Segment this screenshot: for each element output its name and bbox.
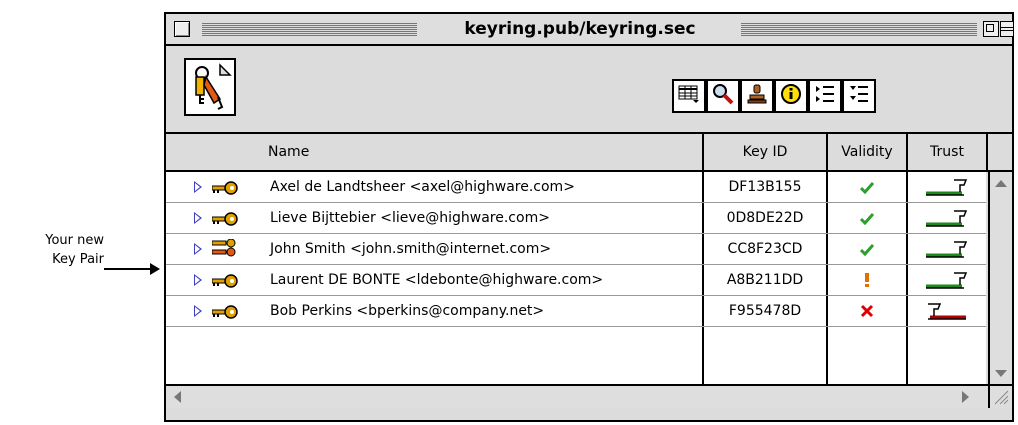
collapse-list-button[interactable]	[808, 79, 842, 113]
trust-full-icon	[908, 203, 986, 234]
key-name: John Smith <john.smith@internet.com>	[270, 241, 552, 257]
table-row[interactable]: Lieve Bijttebier <lieve@highware.com> 0D…	[166, 203, 986, 234]
keyring-window: keyring.pub/keyring.sec Name Key ID Vali…	[164, 12, 1014, 422]
key-id: CC8F23CD	[727, 241, 803, 257]
expand-list-button[interactable]	[842, 79, 876, 113]
annotation-line-1: Your new	[45, 233, 104, 248]
valid-checkmark-icon	[828, 234, 906, 265]
expand-triangle-icon[interactable]	[194, 181, 202, 193]
key-icon	[211, 180, 238, 199]
resize-grow-box[interactable]	[988, 384, 1012, 408]
toolbar	[166, 46, 1012, 134]
title-bar[interactable]: keyring.pub/keyring.sec	[166, 14, 1014, 46]
info-icon	[780, 83, 802, 109]
key-list: Axel de Landtsheer <axel@highware.com> D…	[166, 172, 986, 384]
window-title: keyring.pub/keyring.sec	[421, 19, 739, 39]
trust-none-icon	[908, 296, 986, 327]
table-row[interactable]: Laurent DE BONTE <ldebonte@highware.com>…	[166, 265, 986, 296]
key-name: Axel de Landtsheer <axel@highware.com>	[270, 179, 575, 195]
scroll-right-arrow-icon[interactable]	[962, 391, 969, 403]
search-icon	[712, 83, 734, 109]
table-row[interactable]: John Smith <john.smith@internet.com> CC8…	[166, 234, 986, 265]
trust-full-icon	[908, 265, 986, 296]
expand-triangle-icon[interactable]	[194, 243, 202, 255]
windowshade-box-button[interactable]	[1000, 21, 1014, 37]
annotation-line-2: Key Pair	[52, 252, 104, 267]
expand-triangle-icon[interactable]	[194, 305, 202, 317]
title-bar-stripes-left	[202, 22, 417, 36]
trust-full-icon	[908, 172, 986, 203]
key-icon	[211, 211, 238, 230]
vertical-scrollbar[interactable]	[988, 172, 1012, 384]
table-row[interactable]: Bob Perkins <bperkins@company.net> F9554…	[166, 296, 986, 327]
key-id: F955478D	[728, 303, 802, 319]
scroll-left-arrow-icon[interactable]	[174, 391, 181, 403]
close-box-button[interactable]	[174, 21, 190, 37]
valid-checkmark-icon	[828, 203, 906, 234]
keyring-document-icon	[184, 58, 236, 116]
key-icon	[211, 304, 238, 323]
invalid-cross-icon	[828, 296, 906, 327]
collapse-list-icon	[814, 83, 836, 109]
expand-triangle-icon[interactable]	[194, 212, 202, 224]
search-button[interactable]	[706, 79, 740, 113]
column-header-validity[interactable]: Validity	[828, 134, 908, 170]
expand-list-icon	[848, 83, 870, 109]
sign-stamp-icon	[746, 83, 768, 109]
key-name: Bob Perkins <bperkins@company.net>	[270, 303, 545, 319]
key-id: DF13B155	[728, 179, 802, 195]
column-view-icon	[678, 84, 700, 108]
valid-checkmark-icon	[828, 172, 906, 203]
annotation-arrow	[104, 263, 160, 275]
marginal-exclamation-icon	[828, 265, 906, 296]
key-icon	[211, 273, 238, 292]
scroll-down-arrow-icon[interactable]	[995, 370, 1007, 377]
column-header-name[interactable]: Name	[166, 134, 704, 170]
table-header: Name Key ID Validity Trust	[166, 134, 1012, 172]
key-name: Laurent DE BONTE <ldebonte@highware.com>	[270, 272, 604, 288]
column-header-key-id[interactable]: Key ID	[704, 134, 828, 170]
resize-handle-icon	[994, 390, 1009, 405]
key-id: 0D8DE22D	[726, 210, 804, 226]
expand-triangle-icon[interactable]	[194, 274, 202, 286]
column-view-button[interactable]	[672, 79, 706, 113]
column-header-trust[interactable]: Trust	[908, 134, 988, 170]
key-id: A8B211DD	[726, 272, 804, 288]
scroll-up-arrow-icon[interactable]	[995, 180, 1007, 187]
trust-full-icon	[908, 234, 986, 265]
sign-button[interactable]	[740, 79, 774, 113]
annotation-label: Your new Key Pair	[6, 231, 104, 269]
horizontal-scrollbar[interactable]	[166, 384, 988, 408]
table-row[interactable]: Axel de Landtsheer <axel@highware.com> D…	[166, 172, 986, 203]
key-name: Lieve Bijttebier <lieve@highware.com>	[270, 210, 550, 226]
zoom-box-button[interactable]	[983, 21, 999, 37]
key-pair-icon	[211, 238, 238, 261]
title-bar-stripes-right	[741, 22, 977, 36]
info-button[interactable]	[774, 79, 808, 113]
